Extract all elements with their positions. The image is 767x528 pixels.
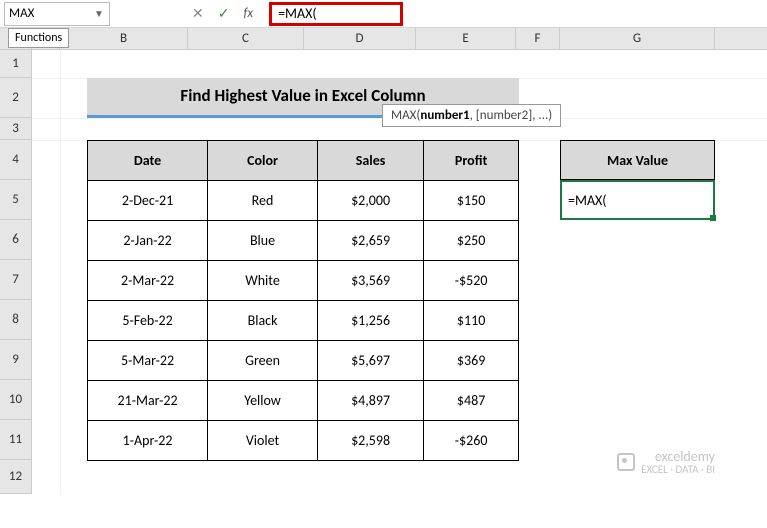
col-header-C[interactable]: C (188, 28, 304, 49)
table-row: 2-Dec-21Red$2,000$150 (88, 181, 519, 221)
col-header-D[interactable]: D (304, 28, 416, 49)
cell-date[interactable]: 2-Jan-22 (88, 221, 208, 261)
table-row: 21-Mar-22Yellow$4,897$487 (88, 381, 519, 421)
cell-color[interactable]: Green (208, 341, 318, 381)
cell-date[interactable]: 2-Dec-21 (88, 181, 208, 221)
function-tooltip: MAX(number1, [number2], ...) (382, 104, 561, 127)
cell-color[interactable]: Black (208, 301, 318, 341)
cell-color[interactable]: Red (208, 181, 318, 221)
data-table: Date Color Sales Profit 2-Dec-21Red$2,00… (87, 140, 519, 461)
row-header[interactable]: 11 (0, 420, 32, 460)
cell-profit[interactable]: $250 (424, 221, 519, 261)
gridline (60, 50, 61, 494)
max-value-header[interactable]: Max Value (560, 140, 715, 180)
name-box[interactable]: MAX ▼ (4, 2, 110, 26)
row-header[interactable]: 4 (0, 140, 32, 180)
cell-sales[interactable]: $3,569 (317, 261, 423, 301)
cell-color[interactable]: Blue (208, 221, 318, 261)
row-header[interactable]: 1 (0, 50, 32, 78)
max-value-cell[interactable]: =MAX( (560, 180, 715, 220)
name-box-value: MAX (9, 6, 93, 21)
table-row: 2-Jan-22Blue$2,659$250 (88, 221, 519, 261)
cell-date[interactable]: 1-Apr-22 (88, 421, 208, 461)
col-sales[interactable]: Sales (317, 141, 423, 181)
table-row: 1-Apr-22Violet$2,598-$260 (88, 421, 519, 461)
cell-color[interactable]: Yellow (208, 381, 318, 421)
formula-input[interactable]: =MAX( (269, 2, 403, 26)
row-header[interactable]: 12 (0, 460, 32, 494)
row-header[interactable]: 6 (0, 220, 32, 260)
functions-tooltip: Functions (8, 28, 69, 48)
row-header[interactable]: 9 (0, 340, 32, 380)
cell-sales[interactable]: $2,659 (317, 221, 423, 261)
cell-date[interactable]: 2-Mar-22 (88, 261, 208, 301)
formula-bar-icons: ✕ ✓ fx (114, 5, 269, 22)
table-row: 5-Feb-22Black$1,256$110 (88, 301, 519, 341)
row-header[interactable]: 10 (0, 380, 32, 420)
fx-icon[interactable]: fx (243, 6, 253, 21)
formula-bar: MAX ▼ ✕ ✓ fx =MAX( (0, 0, 767, 28)
cell-profit[interactable]: -$260 (424, 421, 519, 461)
cell-date[interactable]: 5-Mar-22 (88, 341, 208, 381)
table-header-row: Date Color Sales Profit (88, 141, 519, 181)
formula-entry: =MAX( (269, 2, 767, 26)
watermark: exceldemy EXCEL · DATA · BI (617, 449, 715, 476)
cancel-icon[interactable]: ✕ (192, 5, 204, 22)
cell-sales[interactable]: $2,598 (317, 421, 423, 461)
cell-sales[interactable]: $2,000 (317, 181, 423, 221)
table-row: 2-Mar-22White$3,569-$520 (88, 261, 519, 301)
logo-icon (617, 453, 635, 471)
cell-profit[interactable]: $487 (424, 381, 519, 421)
cell-profit[interactable]: $150 (424, 181, 519, 221)
cell-profit[interactable]: $369 (424, 341, 519, 381)
chevron-down-icon[interactable]: ▼ (93, 7, 105, 20)
row-header[interactable]: 5 (0, 180, 32, 220)
cell-sales[interactable]: $4,897 (317, 381, 423, 421)
cell-profit[interactable]: -$520 (424, 261, 519, 301)
col-header-G[interactable]: G (560, 28, 715, 49)
cell-sales[interactable]: $5,697 (317, 341, 423, 381)
row-headers: 1 2 3 4 5 6 7 8 9 10 11 12 (0, 50, 32, 494)
cell-date[interactable]: 5-Feb-22 (88, 301, 208, 341)
row-header[interactable]: 3 (0, 118, 32, 140)
col-date[interactable]: Date (88, 141, 208, 181)
table-row: 5-Mar-22Green$5,697$369 (88, 341, 519, 381)
grid: 1 2 3 4 5 6 7 8 9 10 11 12 Find Highest … (0, 50, 767, 494)
column-headers: A B C D E F G (0, 28, 767, 50)
row-header[interactable]: 2 (0, 78, 32, 118)
col-header-F[interactable]: F (516, 28, 560, 49)
check-icon[interactable]: ✓ (218, 5, 230, 22)
row-header[interactable]: 8 (0, 300, 32, 340)
col-color[interactable]: Color (208, 141, 318, 181)
cell-date[interactable]: 21-Mar-22 (88, 381, 208, 421)
col-profit[interactable]: Profit (424, 141, 519, 181)
col-header-E[interactable]: E (416, 28, 516, 49)
row-header[interactable]: 7 (0, 260, 32, 300)
col-header-B[interactable]: B (60, 28, 188, 49)
cell-color[interactable]: White (208, 261, 318, 301)
sheet-area[interactable]: Find Highest Value in Excel Column MAX(n… (32, 50, 767, 494)
cell-color[interactable]: Violet (208, 421, 318, 461)
cell-profit[interactable]: $110 (424, 301, 519, 341)
cell-sales[interactable]: $1,256 (317, 301, 423, 341)
